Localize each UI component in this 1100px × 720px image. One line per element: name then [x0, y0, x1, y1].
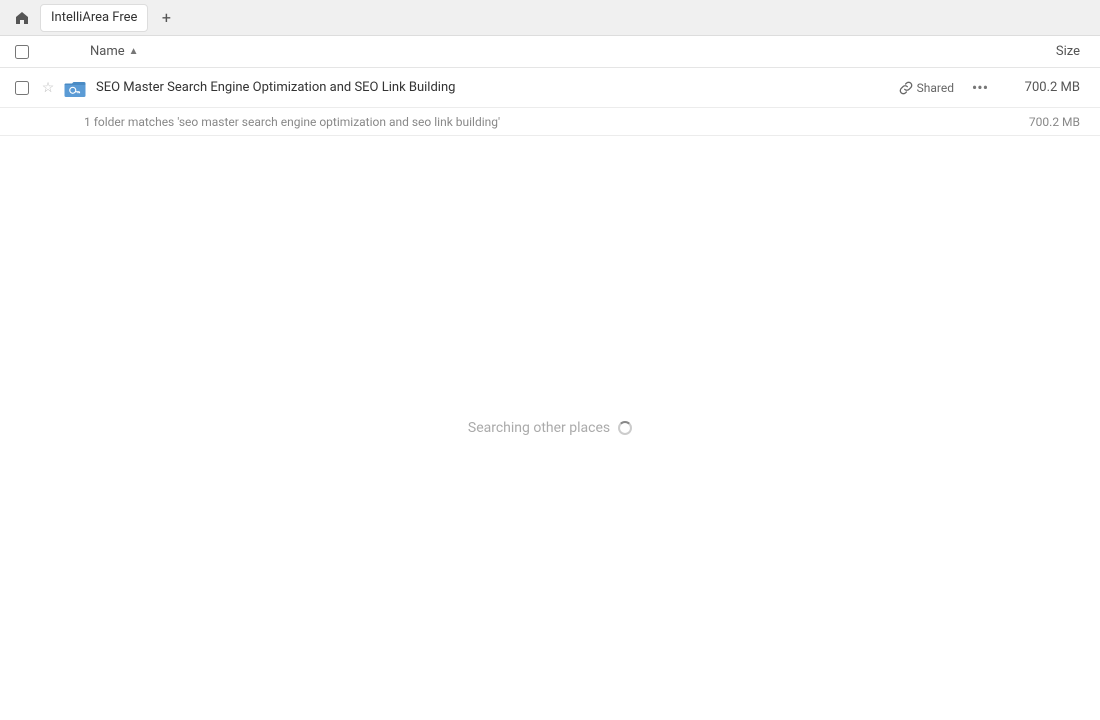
- column-headers: Name ▲ Size: [0, 36, 1100, 68]
- star-button[interactable]: ☆: [36, 80, 60, 96]
- searching-text: Searching other places: [468, 420, 610, 436]
- top-bar: IntelliArea Free +: [0, 0, 1100, 36]
- folder-svg: [63, 76, 87, 100]
- add-tab-icon: +: [162, 8, 171, 27]
- row-checkbox-input[interactable]: [15, 81, 29, 95]
- select-all-input[interactable]: [15, 45, 29, 59]
- size-column-header: Size: [992, 44, 1092, 59]
- current-tab[interactable]: IntelliArea Free: [40, 4, 148, 32]
- match-info-text: 1 folder matches 'seo master search engi…: [84, 115, 1002, 129]
- row-checkbox[interactable]: [8, 81, 36, 95]
- sort-arrow-icon: ▲: [129, 46, 139, 57]
- add-tab-button[interactable]: +: [152, 4, 180, 32]
- star-icon: ☆: [42, 80, 55, 96]
- select-all-checkbox[interactable]: [8, 45, 36, 59]
- name-column-header[interactable]: Name ▲: [90, 44, 992, 59]
- name-column-label: Name: [90, 44, 125, 59]
- searching-area: Searching other places: [0, 136, 1100, 720]
- file-name: SEO Master Search Engine Optimization an…: [90, 80, 899, 95]
- file-size: 700.2 MB: [1002, 80, 1092, 95]
- link-icon: [899, 81, 913, 95]
- shared-label: Shared: [917, 81, 954, 95]
- shared-badge: Shared: [899, 81, 954, 95]
- size-column-label: Size: [1056, 44, 1080, 59]
- folder-icon: [60, 76, 90, 100]
- tab-label: IntelliArea Free: [51, 10, 137, 25]
- file-row[interactable]: ☆ SEO Master Search Engine Optimization …: [0, 68, 1100, 108]
- more-icon: •••: [972, 78, 988, 97]
- more-options-button[interactable]: •••: [966, 74, 994, 102]
- match-info-row: 1 folder matches 'seo master search engi…: [0, 108, 1100, 136]
- loading-spinner: [618, 421, 632, 435]
- match-info-size: 700.2 MB: [1002, 115, 1092, 129]
- home-icon: [14, 10, 30, 26]
- home-button[interactable]: [8, 4, 36, 32]
